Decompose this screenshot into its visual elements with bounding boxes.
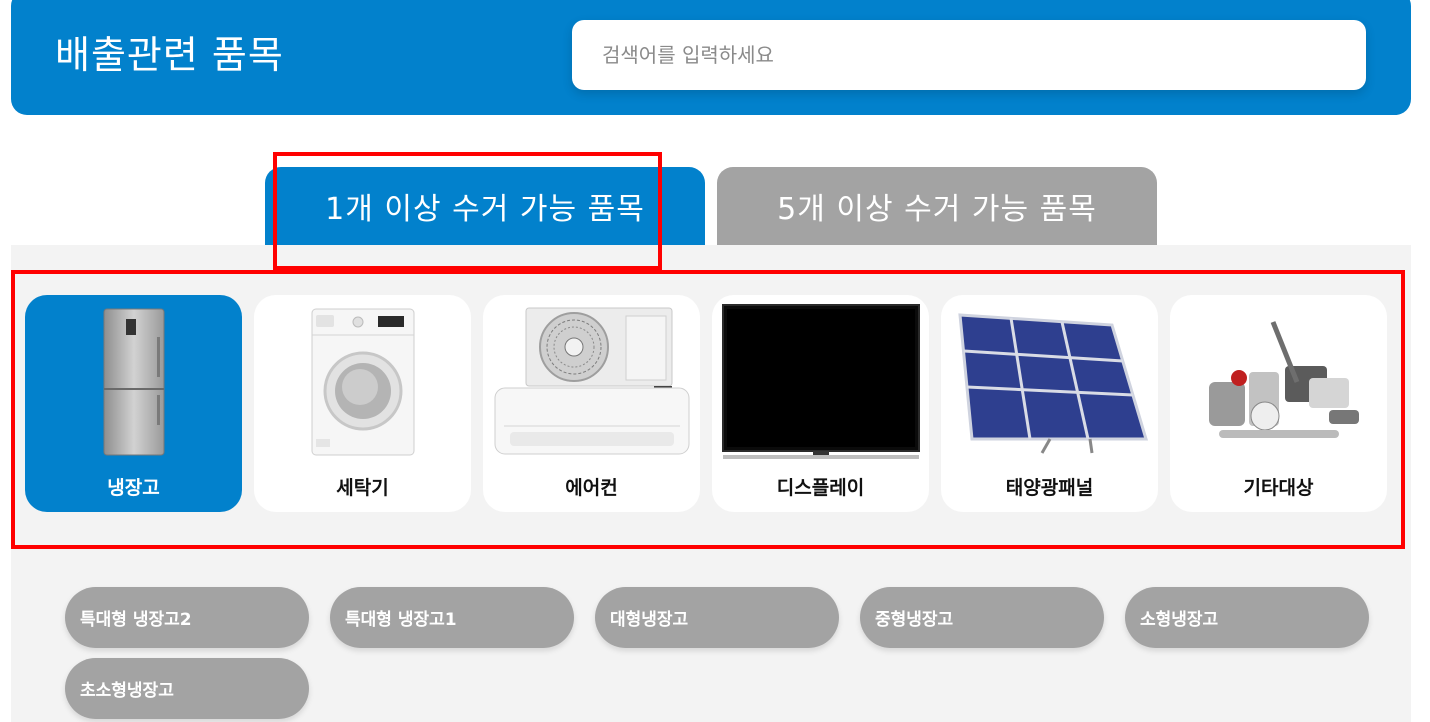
subcategory-chip[interactable]: 특대형 냉장고1 (330, 587, 574, 648)
tab-label: 5개 이상 수거 가능 품목 (777, 192, 1097, 227)
subcategory-chip[interactable]: 중형냉장고 (860, 587, 1104, 648)
highlight-box-categories (11, 270, 1405, 549)
chip-label: 초소형냉장고 (80, 681, 174, 701)
header-bar: 배출관련 품목 (11, 0, 1411, 115)
subcategory-chip[interactable]: 소형냉장고 (1125, 587, 1369, 648)
chip-label: 대형냉장고 (610, 610, 689, 630)
chip-label: 특대형 냉장고2 (80, 610, 192, 630)
subcategory-chip[interactable]: 초소형냉장고 (65, 658, 309, 719)
search-input[interactable] (572, 20, 1366, 90)
page-title: 배출관련 품목 (55, 33, 284, 77)
chip-label: 특대형 냉장고1 (345, 610, 457, 630)
highlight-box-tab (273, 152, 662, 270)
chip-label: 중형냉장고 (875, 610, 954, 630)
subcategory-chip[interactable]: 대형냉장고 (595, 587, 839, 648)
subcategory-chip[interactable]: 특대형 냉장고2 (65, 587, 309, 648)
chip-label: 소형냉장고 (1140, 610, 1219, 630)
tab-five-plus-items[interactable]: 5개 이상 수거 가능 품목 (717, 167, 1157, 245)
